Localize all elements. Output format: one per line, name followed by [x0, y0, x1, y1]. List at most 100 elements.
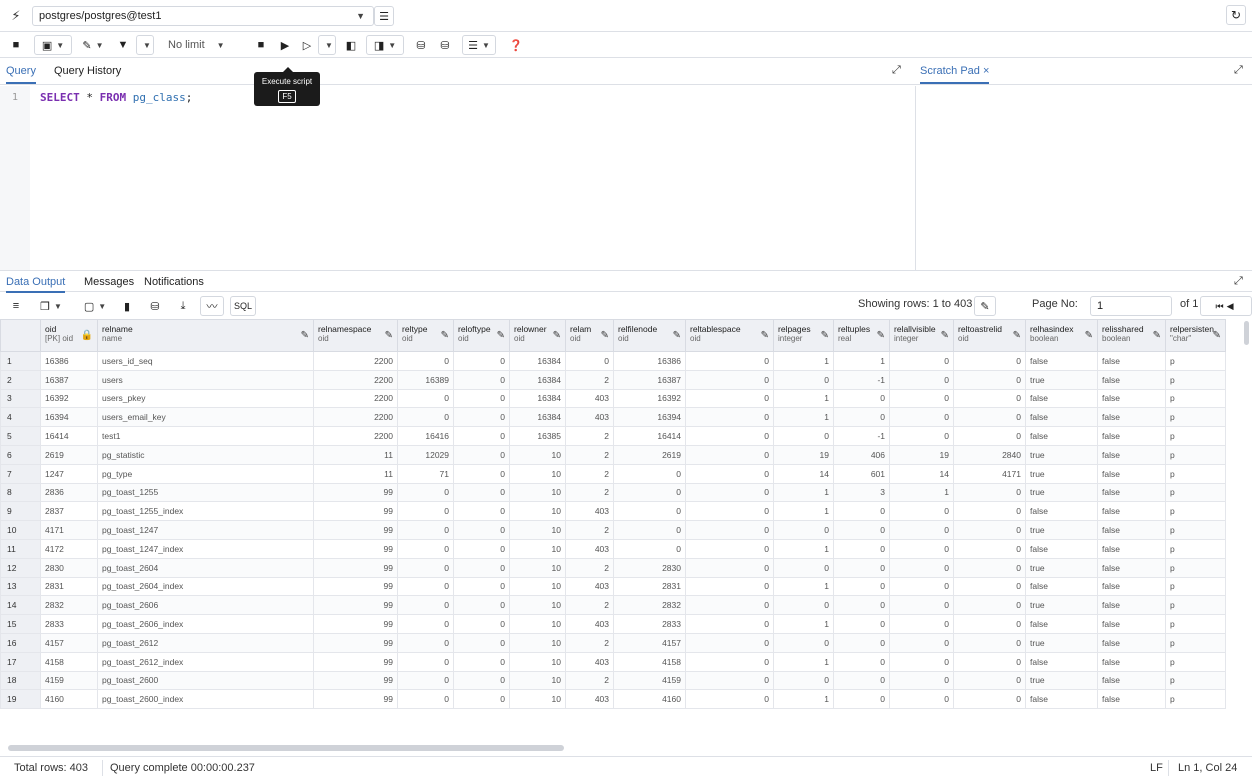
cell-relpersisten[interactable]: p [1165, 351, 1226, 371]
cell-oid[interactable]: 1247 [40, 463, 98, 484]
cell-reltuples[interactable]: 0 [833, 595, 890, 616]
cell-relam[interactable]: 2 [565, 463, 614, 484]
cell-relisshared[interactable]: false [1097, 520, 1166, 540]
cell-relpersisten[interactable]: p [1165, 520, 1226, 540]
cell-reltype[interactable]: 0 [397, 595, 454, 616]
cell-relallvisible[interactable]: 0 [889, 369, 954, 390]
cell-relpersisten[interactable]: p [1165, 482, 1226, 503]
table-row[interactable]: 3 16392 users_pkey 2200 0 0 16384 403 16392 0 1 0 0 0… [0, 388, 1226, 409]
cell-relpersisten[interactable]: p [1165, 632, 1226, 653]
cell-reltoastrelid[interactable]: 0 [953, 388, 1026, 409]
table-row[interactable]: 8 2836 pg_toast_1255 99 0 0 10 2 0 0 1 3 1 0 true false… [0, 482, 1226, 503]
cell-relpages[interactable]: 1 [773, 614, 834, 634]
cell-relpersisten[interactable]: p [1165, 557, 1226, 578]
cell-relname[interactable]: pg_toast_2600 [97, 670, 314, 691]
cell-reltoastrelid[interactable]: 4171 [953, 463, 1026, 484]
cell-relname[interactable]: pg_toast_2604_index [97, 576, 314, 597]
cell-reltoastrelid[interactable]: 0 [953, 426, 1026, 446]
cell-relam[interactable]: 403 [565, 538, 614, 559]
column-header-relpersisten[interactable]: relpersisten "char" ✎ [1165, 319, 1226, 352]
cell-relnamespace[interactable]: 99 [313, 501, 398, 522]
close-icon[interactable]: × [983, 65, 989, 77]
add-row-icon[interactable]: ≡ [8, 296, 24, 316]
cell-relpages[interactable]: 1 [773, 388, 834, 409]
cell-relallvisible[interactable]: 0 [889, 388, 954, 409]
cell-reltoastrelid[interactable]: 0 [953, 369, 1026, 390]
cell-reltoastrelid[interactable]: 0 [953, 538, 1026, 559]
cell-relpages[interactable]: 0 [773, 670, 834, 691]
cell-relhasindex[interactable]: false [1025, 538, 1098, 559]
cell-relhasindex[interactable]: false [1025, 426, 1098, 446]
cell-reltablespace[interactable]: 0 [685, 557, 774, 578]
cell-relowner[interactable]: 10 [509, 444, 566, 465]
cell-reltoastrelid[interactable]: 0 [953, 501, 1026, 522]
cell-relam[interactable]: 2 [565, 632, 614, 653]
tab-query-history[interactable]: Query History [54, 65, 121, 77]
plug-icon[interactable]: ⚡ [6, 6, 26, 26]
cell-relname[interactable]: pg_toast_2606_index [97, 614, 314, 634]
save-button[interactable]: ▣ ▼ [34, 35, 72, 55]
cell-reltuples[interactable]: 0 [833, 557, 890, 578]
cell-relowner[interactable]: 16384 [509, 369, 566, 390]
cell-relpages[interactable]: 1 [773, 501, 834, 522]
cell-relfilenode[interactable]: 2832 [613, 595, 686, 616]
cell-reltoastrelid[interactable]: 0 [953, 689, 1026, 710]
cell-reltablespace[interactable]: 0 [685, 538, 774, 559]
cell-relam[interactable]: 2 [565, 520, 614, 540]
commit-icon[interactable]: ⛁ [414, 35, 428, 55]
column-header-relowner[interactable]: relowner oid ✎ [509, 319, 566, 352]
cell-relowner[interactable]: 16385 [509, 426, 566, 446]
cell-relam[interactable]: 2 [565, 426, 614, 446]
cell-oid[interactable]: 4171 [40, 520, 98, 540]
cell-oid[interactable]: 2833 [40, 614, 98, 634]
cell-relhasindex[interactable]: false [1025, 689, 1098, 710]
cell-relnamespace[interactable]: 11 [313, 463, 398, 484]
cell-reltuples[interactable]: -1 [833, 369, 890, 390]
cell-relowner[interactable]: 10 [509, 651, 566, 672]
cell-relhasindex[interactable]: true [1025, 482, 1098, 503]
cell-reltuples[interactable]: 0 [833, 614, 890, 634]
cell-relpages[interactable]: 1 [773, 689, 834, 710]
column-header-relisshared[interactable]: relisshared boolean ✎ [1097, 319, 1166, 352]
cell-relpersisten[interactable]: p [1165, 407, 1226, 428]
cell-relisshared[interactable]: false [1097, 463, 1166, 484]
cell-relname[interactable]: pg_toast_2606 [97, 595, 314, 616]
expand-icon[interactable]: ⤢ [1234, 275, 1243, 288]
cell-relisshared[interactable]: false [1097, 501, 1166, 522]
cell-reloftype[interactable]: 0 [453, 407, 510, 428]
cell-relnamespace[interactable]: 2200 [313, 351, 398, 371]
limit-select[interactable]: No limit ▼ [160, 35, 242, 55]
rollback-icon[interactable]: ⛁ [438, 35, 452, 55]
cell-relpages[interactable]: 1 [773, 351, 834, 371]
cell-oid[interactable]: 16387 [40, 369, 98, 390]
cell-reltuples[interactable]: 0 [833, 520, 890, 540]
cell-relpersisten[interactable]: p [1165, 689, 1226, 710]
explain-icon[interactable]: ◧ [344, 35, 358, 55]
column-header-reltype[interactable]: reltype oid ✎ [397, 319, 454, 352]
cell-relowner[interactable]: 10 [509, 614, 566, 634]
cell-reltuples[interactable]: 0 [833, 538, 890, 559]
cell-relowner[interactable]: 10 [509, 520, 566, 540]
cell-reltype[interactable]: 0 [397, 576, 454, 597]
sql-button[interactable]: SQL [230, 296, 256, 316]
cell-relallvisible[interactable]: 0 [889, 651, 954, 672]
cell-reltoastrelid[interactable]: 0 [953, 632, 1026, 653]
cell-reloftype[interactable]: 0 [453, 632, 510, 653]
cell-relhasindex[interactable]: true [1025, 670, 1098, 691]
cell-relnamespace[interactable]: 2200 [313, 407, 398, 428]
cell-relallvisible[interactable]: 0 [889, 351, 954, 371]
column-header-reltuples[interactable]: reltuples real ✎ [833, 319, 890, 352]
pencil-icon[interactable]: ✎ [497, 330, 505, 341]
cell-reltype[interactable]: 0 [397, 651, 454, 672]
cell-relam[interactable]: 403 [565, 689, 614, 710]
cell-reltype[interactable]: 0 [397, 689, 454, 710]
cell-relallvisible[interactable]: 0 [889, 426, 954, 446]
cell-relisshared[interactable]: false [1097, 407, 1166, 428]
cell-relam[interactable]: 2 [565, 670, 614, 691]
cell-relowner[interactable]: 10 [509, 632, 566, 653]
cell-relallvisible[interactable]: 0 [889, 520, 954, 540]
cell-relhasindex[interactable]: false [1025, 614, 1098, 634]
cell-relname[interactable]: test1 [97, 426, 314, 446]
table-row[interactable]: 10 4171 pg_toast_1247 99 0 0 10 2 0 0 0 0 0 0 true fals… [0, 520, 1226, 540]
cell-relnamespace[interactable]: 11 [313, 444, 398, 465]
